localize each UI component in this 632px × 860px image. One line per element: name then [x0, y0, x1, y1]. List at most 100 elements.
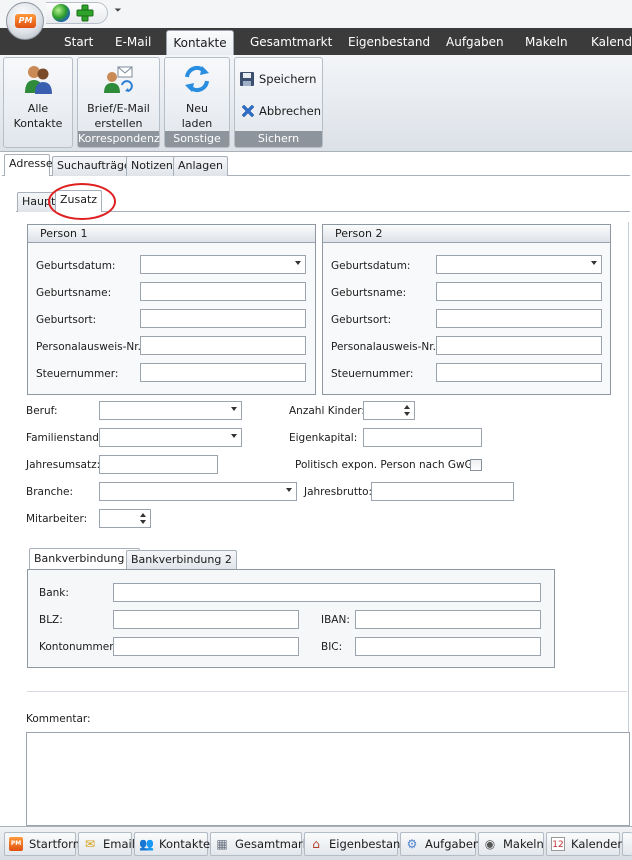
bank-input[interactable]: [113, 583, 541, 602]
equity-label: Eigenkapital:: [289, 432, 358, 444]
application-menu-button[interactable]: PM: [6, 2, 44, 40]
chevron-down-icon: [231, 407, 237, 411]
ribbon-tab-start[interactable]: Start: [64, 30, 93, 55]
p2-birthname-input[interactable]: [436, 282, 602, 301]
statusbar-kontakte-label: Kontakte: [159, 837, 211, 851]
profession-select[interactable]: [99, 401, 242, 420]
refresh-icon: [185, 65, 209, 93]
all-contacts-button[interactable]: Alle Kontakte: [4, 61, 72, 131]
employees-stepper[interactable]: [99, 509, 151, 528]
statusbar-gesamtmarkt[interactable]: ▦ Gesamtmarkt: [210, 832, 314, 856]
highlight-circle: [48, 183, 116, 220]
person-2-title: Person 2: [323, 225, 610, 243]
statusbar-kalender-label: Kalender: [571, 837, 623, 851]
spin-up-icon[interactable]: [140, 513, 146, 517]
p1-id-input[interactable]: [140, 336, 306, 355]
ribbon-tab-makeln[interactable]: Makeln: [525, 30, 568, 55]
group-save: Speichern Abbrechen Sichern: [234, 57, 323, 148]
group-label-save: Sichern: [235, 131, 322, 147]
bic-input[interactable]: [355, 637, 541, 656]
comment-textarea[interactable]: [26, 732, 630, 826]
pm-logo-icon: PM: [9, 837, 23, 851]
ribbon-tab-email[interactable]: E-Mail: [115, 30, 151, 55]
blz-input[interactable]: [113, 610, 299, 629]
p1-tax-input[interactable]: [140, 363, 306, 382]
ribbon-tab-kalender[interactable]: Kalender: [591, 30, 632, 55]
reload-label-2: laden: [181, 117, 213, 130]
p2-birthplace-input[interactable]: [436, 309, 602, 328]
statusbar-eigenbestand-label: Eigenbestand: [329, 837, 408, 851]
ribbon-tab-kontakte[interactable]: Kontakte: [166, 30, 234, 55]
account-input[interactable]: [113, 637, 299, 656]
reload-button[interactable]: Neu laden: [165, 61, 229, 131]
p2-tax-label: Steuernummer:: [331, 368, 414, 380]
create-letter-email-button[interactable]: Brief/E-Mail erstellen: [78, 61, 159, 131]
p2-tax-input[interactable]: [436, 363, 602, 382]
quick-access-toolbar: [46, 2, 108, 24]
p1-birthdate-picker[interactable]: [140, 255, 306, 274]
cancel-icon: [241, 104, 255, 118]
p1-id-label: Personalausweis-Nr.:: [36, 341, 145, 353]
annual-gross-input[interactable]: [371, 482, 514, 501]
ribbon-tab-gesamtmarkt[interactable]: Gesamtmarkt: [250, 30, 332, 55]
marital-status-select[interactable]: [99, 428, 242, 447]
employees-label: Mitarbeiter:: [26, 513, 88, 525]
person-1-title: Person 1: [28, 225, 315, 243]
group-other: Neu laden Sonstige: [164, 57, 230, 148]
customize-toolbar-icon[interactable]: ⏷: [112, 3, 124, 19]
ribbon-tab-aufgaben[interactable]: Aufgaben: [446, 30, 504, 55]
p2-id-label: Personalausweis-Nr.:: [331, 341, 440, 353]
marital-status-label: Familienstand:: [26, 432, 103, 444]
industry-select[interactable]: [99, 482, 297, 501]
equity-input[interactable]: [363, 428, 482, 447]
statusbar-aufgaben[interactable]: ⚙ Aufgaben: [400, 832, 480, 856]
children-label: Anzahl Kinder:: [289, 405, 365, 417]
save-button[interactable]: Speichern: [239, 68, 319, 90]
spin-down-icon[interactable]: [404, 412, 410, 416]
house-icon: ⌂: [312, 837, 320, 851]
p2-birthdate-picker[interactable]: [436, 255, 602, 274]
industry-label: Branche:: [26, 486, 74, 498]
statusbar-kontakte[interactable]: 👥 Kontakte: [134, 832, 211, 856]
spin-down-icon[interactable]: [140, 520, 146, 524]
ribbon: Alle Kontakte Brief/E-Mail erstellen Kor…: [0, 55, 632, 152]
building-icon: ▦: [216, 837, 228, 851]
p1-birthname-label: Geburtsname:: [36, 287, 112, 299]
chevron-down-icon: [295, 261, 301, 265]
chevron-down-icon: [591, 261, 597, 265]
globe-icon[interactable]: [52, 4, 70, 22]
statusbar-aufgaben-label: Aufgaben: [425, 837, 481, 851]
contacts-icon: 👥: [139, 837, 154, 851]
floppy-disk-icon: [240, 72, 254, 86]
all-contacts-label-1: Alle: [27, 102, 49, 115]
contacts-icon: [25, 66, 52, 94]
group-label-correspondence: Korrespondenz: [78, 131, 160, 147]
statusbar-overflow[interactable]: [622, 832, 632, 856]
ribbon-tab-eigenbestand[interactable]: Eigenbestand: [348, 30, 430, 55]
pep-checkbox[interactable]: [470, 459, 482, 471]
tab-anlagen[interactable]: Anlagen: [173, 156, 229, 176]
iban-input[interactable]: [355, 610, 541, 629]
statusbar-eigenbestand[interactable]: ⌂ Eigenbestand: [304, 832, 408, 856]
children-stepper[interactable]: [363, 401, 415, 420]
person-2-panel: Person 2 Geburtsdatum: Geburtsname: Gebu…: [322, 224, 611, 395]
p1-birthname-input[interactable]: [140, 282, 306, 301]
statusbar-kalender[interactable]: 12 Kalender: [546, 832, 623, 856]
all-contacts-label-2: Kontakte: [13, 117, 63, 130]
p1-birthplace-input[interactable]: [140, 309, 306, 328]
p1-birthplace-label: Geburtsort:: [36, 314, 97, 326]
add-icon[interactable]: [76, 4, 94, 22]
annual-gross-label: Jahresbrutto:: [304, 486, 373, 498]
statusbar-startform[interactable]: PM Startform: [4, 832, 84, 856]
cancel-button[interactable]: Abbrechen: [239, 100, 321, 122]
spin-up-icon[interactable]: [404, 405, 410, 409]
statusbar-makeln[interactable]: ◉ Makeln: [478, 832, 544, 856]
tab-adresse[interactable]: Adresse: [4, 154, 53, 176]
app-logo: PM: [15, 14, 36, 28]
tab-notizen[interactable]: Notizen: [126, 156, 178, 176]
tab-bank-2[interactable]: Bankverbindung 2: [126, 550, 237, 570]
calendar-icon: 12: [551, 837, 565, 851]
annual-turnover-input[interactable]: [99, 455, 218, 474]
p2-id-input[interactable]: [436, 336, 602, 355]
statusbar-email[interactable]: ✉ Email: [78, 832, 135, 856]
